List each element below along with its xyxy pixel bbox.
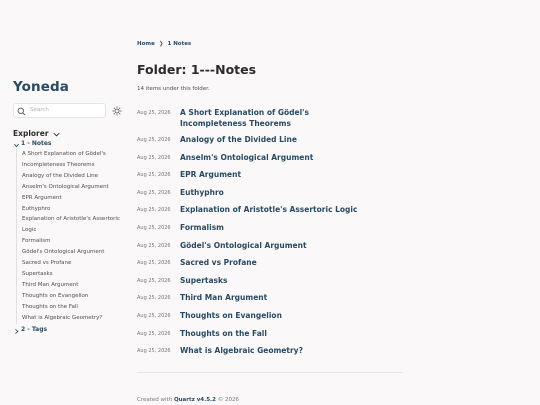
note-date: Aug 25, 2026 [137, 295, 171, 302]
note-date: Aug 25, 2026 [137, 110, 171, 116]
folder-label: 2 - Tags [21, 326, 48, 333]
search-input[interactable]: Search [13, 101, 106, 120]
list-item: Aug 25, 2026 Anselm's Ontological Argume… [137, 153, 397, 171]
folder-label: 1 - Notes [21, 139, 52, 147]
search-row: Search [13, 102, 125, 118]
note-date: Aug 25, 2026 [137, 224, 171, 231]
note-title-link[interactable]: Sacred vs Profane [180, 258, 330, 269]
page-title: Folder: 1---Notes [137, 62, 257, 77]
sidebar: Yoneda Search Explorer 1 - Notes A Short… [13, 0, 125, 405]
sun-icon [112, 101, 122, 120]
list-item: Aug 25, 2026 Gödel's Ontological Argumen… [137, 241, 397, 259]
search-placeholder: Search [30, 107, 49, 113]
list-item: Aug 25, 2026 Formalism [137, 223, 397, 241]
list-item: Aug 25, 2026 Thoughts on the Fall [137, 329, 397, 347]
theme-toggle-button[interactable] [112, 105, 122, 115]
folder-tags[interactable]: 2 - Tags [13, 325, 128, 335]
note-title-link[interactable]: Thoughts on the Fall [180, 329, 330, 340]
note-title-link[interactable]: Euthyphro [180, 188, 330, 199]
folder-notes[interactable]: 1 - Notes [13, 138, 128, 148]
note-date: Aug 25, 2026 [137, 137, 171, 143]
breadcrumb-current[interactable]: 1 Notes [167, 41, 191, 47]
list-item: Aug 25, 2026 Sacred vs Profane [137, 258, 397, 276]
explorer-note-link[interactable]: Third Man Argument [22, 280, 128, 291]
list-item: Aug 25, 2026 EPR Argument [137, 170, 397, 188]
explorer-note-link[interactable]: What is Algebraic Geometry? [22, 313, 128, 324]
quartz-link[interactable]: Quartz v4.5.2 [174, 397, 216, 403]
breadcrumb-home[interactable]: Home [137, 41, 155, 47]
note-date: Aug 25, 2026 [137, 172, 171, 179]
explorer-note-link[interactable]: Analogy of the Divided Line [22, 171, 128, 182]
note-title-link[interactable]: Analogy of the Divided Line [180, 135, 330, 146]
list-item: Aug 25, 2026 What is Algebraic Geometry? [137, 346, 397, 364]
explorer-tree: 1 - Notes A Short Explanation of Gödel's… [13, 138, 128, 335]
note-date: Aug 25, 2026 [137, 277, 171, 284]
note-list: Aug 25, 2026 A Short Explanation of Göde… [137, 108, 397, 364]
list-item: Aug 25, 2026 Analogy of the Divided Line [137, 135, 397, 153]
chevron-down-icon [13, 134, 20, 153]
note-title-link[interactable]: Third Man Argument [180, 293, 330, 304]
explorer-note-link[interactable]: Explanation of Aristotle's Assertoric Lo… [22, 214, 128, 236]
explorer-note-link[interactable]: EPR Argument [22, 193, 128, 204]
note-date: Aug 25, 2026 [137, 330, 171, 337]
list-item: Aug 25, 2026 Euthyphro [137, 188, 397, 206]
note-date: Aug 25, 2026 [137, 260, 171, 267]
note-title-link[interactable]: Anselm's Ontological Argument [180, 153, 330, 164]
note-title-link[interactable]: Explanation of Aristotle's Assertoric Lo… [180, 205, 397, 216]
search-icon [17, 101, 26, 120]
note-date: Aug 25, 2026 [137, 242, 171, 249]
note-date: Aug 25, 2026 [137, 207, 171, 214]
explorer-note-link[interactable]: Euthyphro [22, 204, 128, 215]
list-item: Aug 25, 2026 A Short Explanation of Göde… [137, 108, 397, 135]
explorer-note-link[interactable]: Thoughts on Evangelion [22, 291, 128, 302]
note-title-link[interactable]: What is Algebraic Geometry? [180, 346, 330, 357]
explorer-note-link[interactable]: A Short Explanation of Gödel's Incomplet… [22, 149, 128, 171]
footer-divider [137, 372, 403, 373]
note-title-link[interactable]: A Short Explanation of Gödel's Incomplet… [180, 108, 330, 129]
site-title[interactable]: Yoneda [13, 79, 69, 95]
folder-notes-children: A Short Explanation of Gödel's Incomplet… [16, 149, 128, 324]
note-title-link[interactable]: Supertasks [180, 276, 330, 287]
explorer-note-link[interactable]: Anselm's Ontological Argument [22, 182, 128, 193]
list-item: Aug 25, 2026 Third Man Argument [137, 293, 397, 311]
breadcrumb: Home ❯ 1 Notes [137, 41, 191, 47]
breadcrumb-separator: ❯ [158, 41, 164, 47]
explorer-note-link[interactable]: Formalism [22, 236, 128, 247]
list-item: Aug 25, 2026 Explanation of Aristotle's … [137, 205, 397, 223]
note-title-link[interactable]: Formalism [180, 223, 330, 234]
item-count: 14 items under this folder. [137, 86, 210, 92]
note-date: Aug 25, 2026 [137, 154, 171, 161]
note-date: Aug 25, 2026 [137, 348, 171, 355]
note-date: Aug 25, 2026 [137, 312, 171, 319]
footer-prefix: Created with [137, 397, 173, 403]
explorer-note-link[interactable]: Thoughts on the Fall [22, 302, 128, 313]
explorer-note-link[interactable]: Sacred vs Profane [22, 258, 128, 269]
explorer-note-link[interactable]: Supertasks [22, 269, 128, 280]
list-item: Aug 25, 2026 Thoughts on Evangelion [137, 311, 397, 329]
list-item: Aug 25, 2026 Supertasks [137, 276, 397, 294]
footer-copyright: © 2026 [217, 397, 239, 403]
note-title-link[interactable]: EPR Argument [180, 170, 330, 181]
note-title-link[interactable]: Thoughts on Evangelion [180, 311, 330, 322]
chevron-right-icon [13, 320, 20, 339]
explorer-note-link[interactable]: Gödel's Ontological Argument [22, 247, 128, 258]
note-title-link[interactable]: Gödel's Ontological Argument [180, 241, 330, 252]
footer: Created with Quartz v4.5.2 © 2026 [137, 397, 239, 403]
note-date: Aug 25, 2026 [137, 189, 171, 196]
